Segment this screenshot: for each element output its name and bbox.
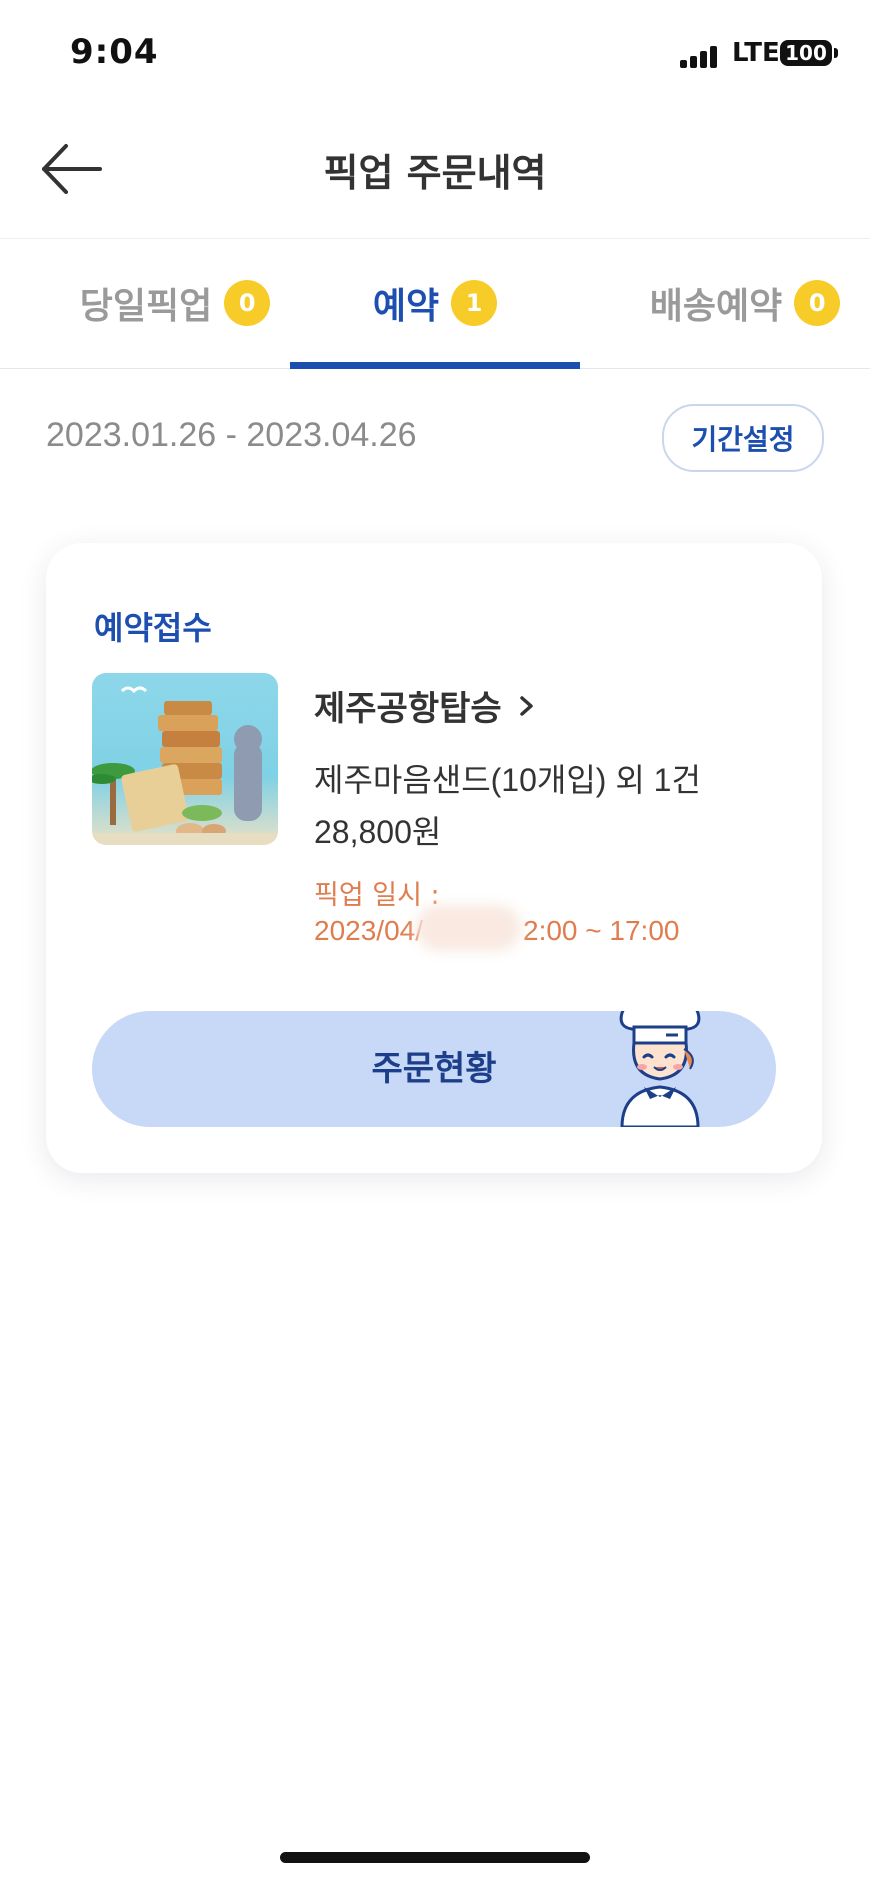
- page-title: 픽업 주문내역: [323, 151, 547, 195]
- tab-reservation[interactable]: 예약 1: [290, 238, 580, 368]
- battery-icon: 100: [780, 40, 832, 66]
- pickup-label: 픽업 일시 :: [314, 880, 440, 911]
- date-filter-row: 2023.01.26 - 2023.04.26 기간설정: [0, 368, 870, 504]
- period-setting-button[interactable]: 기간설정: [662, 404, 824, 472]
- order-status-label: 예약접수: [94, 609, 212, 647]
- date-range: 2023.01.26 - 2023.04.26: [46, 416, 417, 454]
- order-type-tabs: 당일픽업 0 예약 1 배송예약 0: [0, 238, 870, 369]
- tab-count-badge: 1: [451, 280, 498, 326]
- product-summary: 제주마음샌드(10개입) 외 1건: [314, 762, 701, 798]
- signal-icon: [680, 46, 724, 68]
- redacted-blur: [416, 905, 521, 951]
- order-status-button[interactable]: 주문현황: [92, 1011, 776, 1127]
- pickup-time-end: 2:00 ~ 17:00: [523, 915, 680, 946]
- tab-count-badge: 0: [224, 280, 271, 326]
- status-bar: 9:04 LTE 100: [0, 0, 870, 104]
- chef-mascot-icon: [619, 1011, 701, 1127]
- header: 픽업 주문내역: [0, 104, 870, 239]
- product-photo-icon: [92, 686, 278, 845]
- network-label: LTE: [732, 38, 780, 68]
- battery-tip: [834, 48, 838, 58]
- store-name: 제주공항탑승: [314, 689, 502, 729]
- home-indicator: [280, 1852, 590, 1863]
- tab-label: 당일픽업: [79, 286, 213, 327]
- chevron-right-icon: [519, 695, 533, 716]
- product-image: [92, 673, 278, 845]
- store-link[interactable]: 제주공항탑승: [314, 681, 538, 730]
- order-price: 28,800원: [314, 814, 442, 850]
- tab-delivery-reservation[interactable]: 배송예약 0: [620, 238, 870, 368]
- order-card: 예약접수 제주공항탑승 제주마음샌드(10개입) 외 1건 28,800원 픽업…: [46, 543, 822, 1173]
- pickup-order-history-screen: 9:04 LTE 100 픽업 주문내역 당일픽업 0 예약 1 배송예약 0 …: [0, 0, 870, 1884]
- status-time: 9:04: [70, 32, 159, 72]
- pickup-time-start: 2023/04/: [314, 915, 423, 946]
- tab-count-badge: 0: [794, 280, 841, 326]
- tab-same-day-pickup[interactable]: 당일픽업 0: [60, 238, 290, 368]
- tab-label: 예약: [372, 286, 440, 327]
- tab-label: 배송예약: [649, 286, 783, 327]
